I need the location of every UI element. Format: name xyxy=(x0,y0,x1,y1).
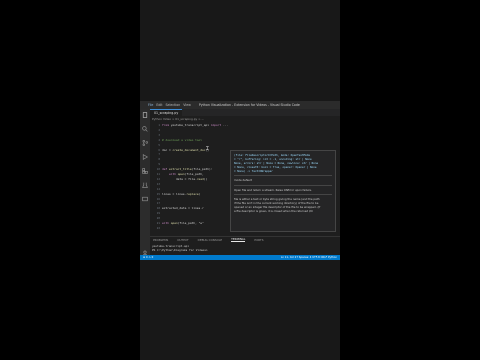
line-number: 12 xyxy=(156,176,160,181)
title-bar: File Edit Selection View Python Visualiz… xyxy=(140,101,340,109)
source-control-icon[interactable] xyxy=(142,140,148,146)
hover-divider xyxy=(234,184,332,186)
panel-tab-bar: PROBLEMS OUTPUT DEBUG CONSOLE TERMINAL P… xyxy=(150,236,340,242)
hover-doc-line: mode default xyxy=(234,178,252,183)
line-number: 20 xyxy=(156,216,160,221)
tab-terminal[interactable]: TERMINAL xyxy=(231,237,246,242)
menu-file[interactable]: File xyxy=(148,103,153,107)
line-number: 10 xyxy=(156,167,160,172)
video-letterbox-top xyxy=(140,0,340,101)
status-info[interactable]: Ln 11, Col 27 Spaces: 4 UTF-8 CRLF Pytho… xyxy=(281,256,337,259)
line-number: 21 xyxy=(156,221,160,225)
editor-tab-bar: 01_scraping.py xyxy=(150,109,340,116)
line-number: 1 xyxy=(158,123,160,127)
line-number: 13 xyxy=(156,181,160,186)
code-line: from youtube_transcript_api import ... xyxy=(162,123,229,127)
status-problems[interactable]: ⊗ 0 ⚠ 0 xyxy=(143,256,153,259)
search-icon[interactable] xyxy=(142,126,148,132)
hover-divider xyxy=(234,193,332,195)
line-number: 2 xyxy=(158,127,160,132)
hover-doc-line: a file descriptor is given, it is closed… xyxy=(234,208,313,213)
hover-signature-line: = None) -> TextIOWrapper xyxy=(234,169,273,174)
tab-output[interactable]: OUTPUT xyxy=(177,238,188,242)
menu-edit[interactable]: Edit xyxy=(156,103,162,107)
line-number: 11 xyxy=(156,172,160,176)
tab-debug-console[interactable]: DEBUG CONSOLE xyxy=(198,238,223,242)
menu-selection[interactable]: Selection xyxy=(166,103,181,107)
line-number: 5 xyxy=(158,142,160,147)
line-number: 17 xyxy=(156,201,160,206)
line-number: 3 xyxy=(158,132,160,137)
line-number: 18 xyxy=(156,206,160,211)
line-number: 9 xyxy=(158,162,160,167)
line-number: 7 xyxy=(158,152,160,157)
tab-problems[interactable]: PROBLEMS xyxy=(153,238,168,242)
line-number: 6 xyxy=(158,147,160,152)
terminal-line: PS C:\Python\Diagrams for Videos> xyxy=(152,248,208,252)
line-number: 15 xyxy=(156,191,160,196)
testing-icon[interactable] xyxy=(142,182,148,188)
menu-view[interactable]: View xyxy=(183,103,191,107)
hover-doc-line: Open file and return a stream. Raise OSE… xyxy=(234,187,312,192)
line-number: 19 xyxy=(156,211,160,216)
line-number: 22 xyxy=(156,225,160,230)
tab-01-scraping[interactable]: 01_scraping.py xyxy=(150,109,183,116)
code-line: with open(file_path, "w" xyxy=(162,221,204,225)
hover-tooltip: (file: FileDescriptorOrPath, mode: OpenT… xyxy=(230,150,336,232)
code-line: def extract_title(file_path): xyxy=(162,167,213,172)
run-debug-icon[interactable] xyxy=(142,154,148,160)
line-number: 4 xyxy=(158,137,160,142)
code-line: with open(file_path, xyxy=(168,172,204,176)
hover-divider xyxy=(234,175,332,177)
explorer-icon[interactable] xyxy=(142,112,148,118)
code-line: # download a video tool xyxy=(162,137,203,142)
activity-bar xyxy=(140,109,150,269)
code-line: data = file.read() xyxy=(162,176,208,181)
text-cursor-icon: Ɪ xyxy=(206,146,209,152)
line-number: 8 xyxy=(158,157,160,162)
tab-ports[interactable]: PORTS xyxy=(254,238,263,242)
line-number: 14 xyxy=(156,186,160,191)
code-line: extracted_data = lines.r xyxy=(162,206,204,211)
window-title: Python Visualization - Extension for Vid… xyxy=(198,103,300,107)
line-number: 16 xyxy=(156,196,160,201)
terminal-output[interactable]: youtube-transcript-api PS C:\Python\Diag… xyxy=(152,244,208,252)
code-line: lines = lines.replace( xyxy=(162,191,201,196)
code-line: doc = create_document_doc() xyxy=(162,147,210,152)
remote-icon[interactable] xyxy=(142,196,148,202)
video-letterbox-bottom xyxy=(140,260,340,360)
video-frame: File Edit Selection View Python Visualiz… xyxy=(140,0,340,360)
extensions-icon[interactable] xyxy=(142,168,148,174)
